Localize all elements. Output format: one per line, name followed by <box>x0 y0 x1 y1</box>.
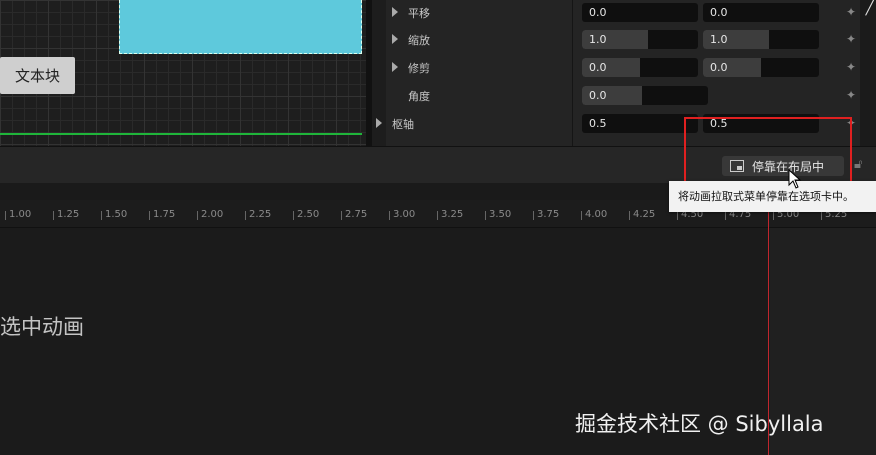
timeline-tick: 2.75 <box>340 209 368 220</box>
timeline-tick: 4.25 <box>628 209 656 220</box>
property-row-angle: 角度 0.0 ✦ <box>372 83 876 111</box>
mouse-cursor-icon <box>788 169 802 189</box>
timeline-tick: 3.50 <box>484 209 512 220</box>
timeline-tick: 3.25 <box>436 209 464 220</box>
property-label: 角度 <box>408 90 430 103</box>
reset-icon[interactable]: ✦ <box>846 88 860 102</box>
canvas-guide-line <box>0 133 362 135</box>
property-row-scale: 缩放 1.0 1.0 ✦ <box>372 27 876 55</box>
scale-x-field[interactable]: 1.0 <box>582 30 698 49</box>
text-block-widget[interactable]: 文本块 <box>0 57 75 94</box>
expand-arrow-icon[interactable] <box>392 7 398 17</box>
expand-arrow-icon[interactable] <box>392 62 398 72</box>
property-row-translation: 平移 0.0 0.0 ✦ <box>372 0 876 28</box>
designer-canvas[interactable]: 文本块 <box>0 0 366 146</box>
selected-widget-block[interactable] <box>119 0 362 54</box>
pivot-x-field[interactable]: 0.5 <box>582 114 698 133</box>
property-label: 缩放 <box>408 34 430 47</box>
translation-y-field[interactable]: 0.0 <box>703 3 819 22</box>
translation-x-field[interactable]: 0.0 <box>582 3 698 22</box>
timeline-tick: 1.00 <box>4 209 32 220</box>
shear-y-field[interactable]: 0.0 <box>703 58 819 77</box>
dock-button-tooltip: 将动画拉取式菜单停靠在选项卡中。 <box>669 181 876 212</box>
timeline-tick: 4.00 <box>580 209 608 220</box>
timeline-tick: 2.25 <box>244 209 272 220</box>
watermark: 掘金技术社区 @ Sibyllala <box>575 412 824 436</box>
timeline-tick: 3.75 <box>532 209 560 220</box>
shear-x-field[interactable]: 0.0 <box>582 58 698 77</box>
reset-icon[interactable]: ✦ <box>846 32 860 46</box>
reset-icon[interactable]: ✦ <box>846 60 860 74</box>
text-block-label: 文本块 <box>14 67 60 85</box>
timeline-tick: 1.50 <box>100 209 128 220</box>
timeline-tick: 3.00 <box>388 209 416 220</box>
empty-animation-message: 选中动画 <box>0 315 84 339</box>
expand-arrow-icon[interactable] <box>376 118 382 128</box>
timeline-tick: 1.75 <box>148 209 176 220</box>
expand-arrow-icon[interactable] <box>392 34 398 44</box>
lock-icon[interactable]: 🔓︎ <box>854 157 862 172</box>
timeline-tick: 1.25 <box>52 209 80 220</box>
angle-field[interactable]: 0.0 <box>582 86 708 105</box>
property-label: 平移 <box>408 7 430 20</box>
timeline-tick: 2.00 <box>196 209 224 220</box>
timeline-tick: 2.50 <box>292 209 320 220</box>
corner-arrow-icon: ╱ <box>865 0 874 16</box>
property-row-shear: 修剪 0.0 0.0 ✦ <box>372 55 876 83</box>
details-scrollbar[interactable]: ╱ <box>860 0 876 146</box>
animation-panel: 选中动画 掘金技术社区 @ Sibyllala <box>0 228 876 455</box>
property-label: 枢轴 <box>392 118 414 131</box>
timeline-playhead[interactable] <box>768 200 769 455</box>
reset-icon[interactable]: ✦ <box>846 5 860 19</box>
property-label: 修剪 <box>408 62 430 75</box>
scale-y-field[interactable]: 1.0 <box>703 30 819 49</box>
